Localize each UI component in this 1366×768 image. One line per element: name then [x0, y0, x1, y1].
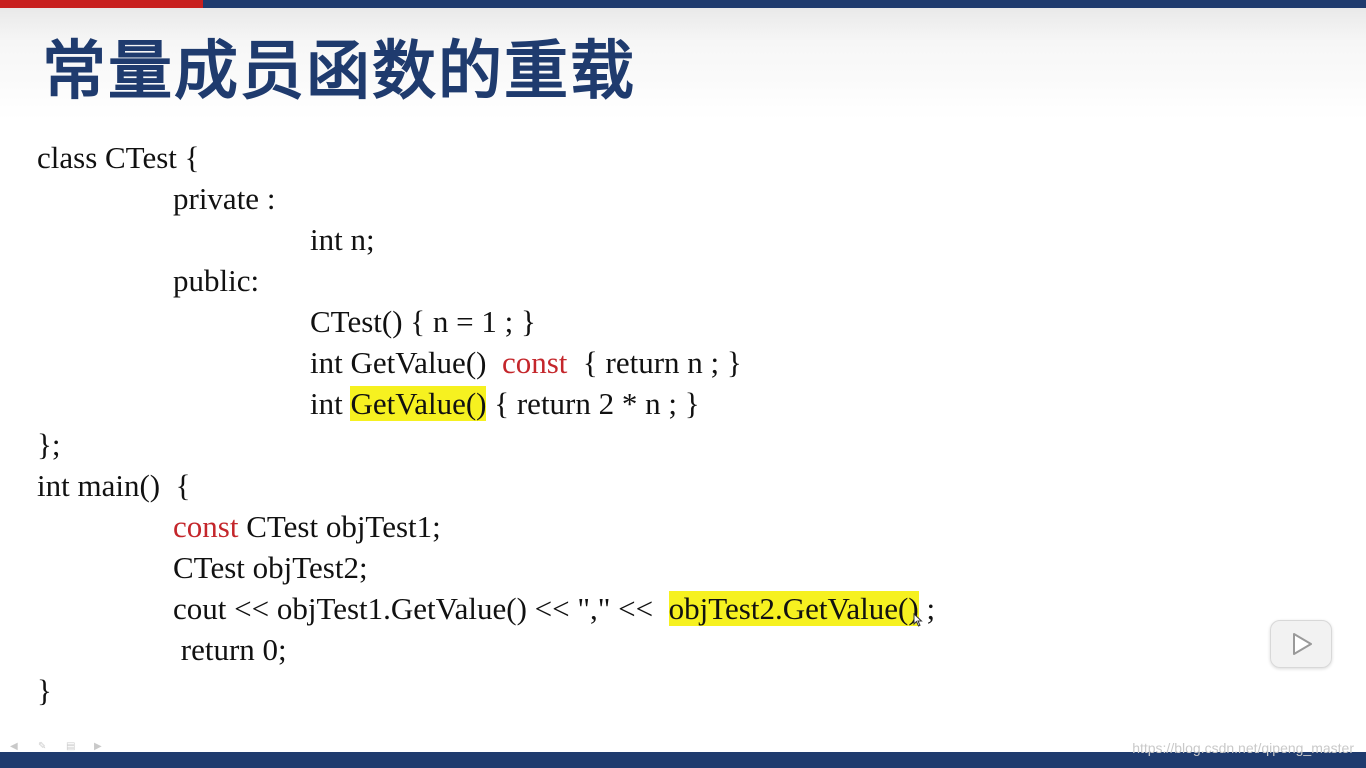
slide-nav-controls: ◀ ✎ ▤ ▶ [10, 742, 112, 752]
next-slide-icon[interactable]: ▶ [94, 742, 112, 752]
top-bar [0, 0, 1366, 8]
code-text: int [310, 386, 351, 421]
code-line-1: class CTest { [37, 140, 200, 175]
top-bar-accent [0, 0, 203, 8]
code-line-10: const CTest objTest1; [173, 510, 441, 544]
menu-icon[interactable]: ▤ [66, 742, 84, 752]
code-text: cout << objTest1.GetValue() << "," << [173, 591, 669, 626]
highlighted-objtest2-getvalue: objTest2.GetValue() [668, 591, 919, 626]
code-text: { return n ; } [567, 345, 742, 380]
const-keyword: const [501, 345, 568, 380]
code-line-14: } [37, 673, 52, 708]
play-icon [1293, 633, 1312, 655]
highlighted-getvalue: GetValue() [350, 386, 487, 421]
code-line-6: int GetValue() const { return n ; } [310, 346, 742, 380]
code-line-5: CTest() { n = 1 ; } [310, 304, 536, 339]
const-keyword: const [173, 509, 239, 544]
code-line-11: CTest objTest2; [173, 550, 368, 585]
code-text: { return 2 * n ; } [486, 386, 700, 421]
code-text: int GetValue() [310, 345, 502, 380]
mouse-cursor-icon [913, 613, 923, 627]
slide-title: 常量成员函数的重载 [42, 35, 636, 109]
code-line-7: int GetValue() { return 2 * n ; } [310, 386, 700, 421]
prev-slide-icon[interactable]: ◀ [10, 742, 28, 752]
code-line-13: return 0; [173, 632, 287, 667]
code-line-8: }; [37, 427, 61, 462]
code-line-2: private : [173, 181, 276, 216]
watermark-url: https://blog.csdn.net/qipeng_master [1132, 740, 1354, 756]
code-line-4: public: [173, 263, 260, 298]
presentation-slide: 常量成员函数的重载 class CTest { private : int n;… [0, 0, 1366, 768]
code-line-9: int main() { [37, 468, 191, 503]
code-text: CTest objTest1; [238, 509, 441, 544]
play-button[interactable] [1270, 620, 1332, 668]
code-line-12: cout << objTest1.GetValue() << "," << ob… [173, 591, 935, 626]
pen-icon[interactable]: ✎ [38, 742, 56, 752]
code-line-3: int n; [310, 222, 375, 257]
